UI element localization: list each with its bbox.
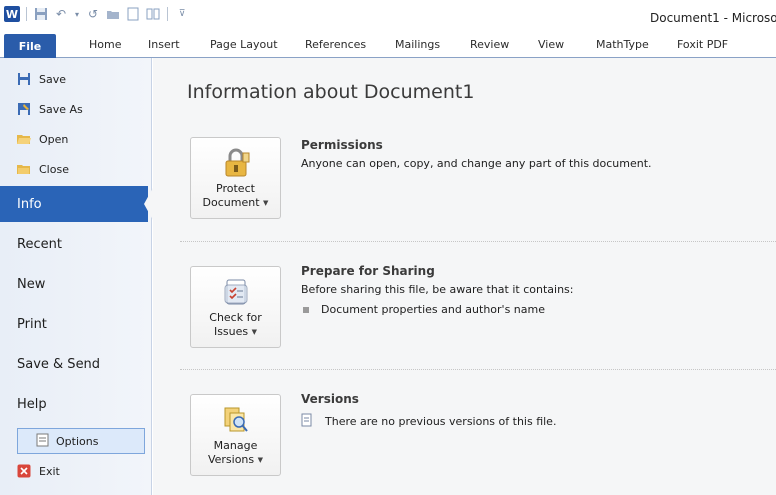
title-bar: W ↶ ▾ ↺ ⊽ Document1 - Microso bbox=[0, 0, 776, 30]
redo-icon[interactable]: ↺ bbox=[85, 6, 101, 22]
permissions-heading: Permissions bbox=[301, 138, 383, 152]
sharing-heading: Prepare for Sharing bbox=[301, 264, 435, 278]
toolbar-separator bbox=[167, 7, 168, 21]
protect-document-button[interactable]: Protect Document ▼ bbox=[190, 137, 281, 219]
dropdown-arrow-icon: ▼ bbox=[257, 456, 264, 464]
permissions-description: Anyone can open, copy, and change any pa… bbox=[301, 157, 652, 170]
open-folder-icon[interactable] bbox=[105, 6, 121, 22]
tab-page-layout[interactable]: Page Layout bbox=[210, 38, 278, 51]
nav-item-save-as[interactable]: Save As bbox=[16, 98, 83, 120]
button-label-line2: Issues ▼ bbox=[213, 325, 258, 338]
new-document-icon[interactable] bbox=[125, 6, 141, 22]
nav-item-help[interactable]: Help bbox=[0, 386, 152, 422]
info-panel: Information about Document1 Protect Docu… bbox=[153, 58, 776, 495]
sharing-bullet-item: Document properties and author's name bbox=[303, 303, 545, 316]
tab-home[interactable]: Home bbox=[89, 38, 121, 51]
bullet-text: Document properties and author's name bbox=[321, 303, 546, 316]
section-divider bbox=[180, 241, 776, 242]
nav-item-close[interactable]: Close bbox=[16, 158, 69, 180]
versions-icon bbox=[219, 403, 253, 437]
manage-versions-button[interactable]: Manage Versions ▼ bbox=[190, 394, 281, 476]
nav-item-label: New bbox=[17, 276, 46, 292]
nav-item-exit[interactable]: Exit bbox=[16, 460, 60, 482]
nav-item-label: Save & Send bbox=[17, 356, 101, 372]
ribbon-tabs: File Home Insert Page Layout References … bbox=[0, 34, 776, 58]
save-as-icon bbox=[16, 101, 32, 117]
document-version-icon bbox=[301, 413, 313, 430]
nav-item-label: Info bbox=[17, 196, 42, 212]
save-icon[interactable] bbox=[33, 6, 49, 22]
button-label-line2: Document ▼ bbox=[202, 196, 269, 209]
dropdown-arrow-icon: ▼ bbox=[263, 199, 269, 207]
nav-item-label: Recent bbox=[17, 236, 62, 252]
word-app-icon[interactable]: W bbox=[4, 6, 20, 22]
dropdown-arrow-icon[interactable]: ▾ bbox=[73, 6, 81, 22]
section-divider bbox=[180, 369, 776, 370]
undo-icon[interactable]: ↶ bbox=[53, 6, 69, 22]
tab-mailings[interactable]: Mailings bbox=[395, 38, 440, 51]
backstage-nav: Save Save As Open Close Info Recent New … bbox=[0, 58, 154, 495]
sharing-description: Before sharing this file, be aware that … bbox=[301, 283, 574, 296]
window-title: Document1 - Microso bbox=[650, 11, 776, 25]
versions-heading: Versions bbox=[301, 392, 359, 406]
dropdown-arrow-icon: ▼ bbox=[251, 328, 258, 336]
nav-item-info[interactable]: Info bbox=[0, 186, 154, 222]
tab-file[interactable]: File bbox=[4, 34, 56, 58]
bullet-square-icon bbox=[303, 306, 309, 313]
tab-review[interactable]: Review bbox=[470, 38, 509, 51]
nav-item-new[interactable]: New bbox=[0, 266, 152, 302]
reading-view-icon[interactable] bbox=[145, 6, 161, 22]
nav-item-label: Help bbox=[17, 396, 47, 412]
tab-mathtype[interactable]: MathType bbox=[596, 38, 649, 51]
page-title: Information about Document1 bbox=[187, 81, 475, 103]
button-label-line2: Versions ▼ bbox=[207, 453, 264, 466]
nav-item-label: Options bbox=[56, 434, 99, 448]
tab-foxit-pdf[interactable]: Foxit PDF bbox=[677, 38, 728, 51]
nav-item-options[interactable]: Options bbox=[17, 428, 145, 454]
check-for-issues-button[interactable]: Check for Issues ▼ bbox=[190, 266, 281, 348]
options-icon bbox=[36, 433, 49, 450]
tab-view[interactable]: View bbox=[538, 38, 564, 51]
lock-icon bbox=[219, 146, 253, 180]
quick-access-toolbar: W ↶ ▾ ↺ ⊽ bbox=[4, 6, 190, 22]
nav-item-open[interactable]: Open bbox=[16, 128, 68, 150]
exit-icon bbox=[16, 463, 32, 479]
close-folder-icon bbox=[16, 161, 32, 177]
nav-item-label: Save As bbox=[39, 102, 83, 116]
nav-item-label: Save bbox=[39, 72, 67, 86]
versions-description: There are no previous versions of this f… bbox=[325, 415, 557, 428]
nav-item-label: Print bbox=[17, 316, 47, 332]
nav-item-label: Open bbox=[39, 132, 69, 146]
button-label-line1: Check for bbox=[209, 311, 262, 324]
nav-item-save-send[interactable]: Save & Send bbox=[0, 346, 152, 382]
customize-toolbar-icon[interactable]: ⊽ bbox=[174, 6, 190, 22]
toolbar-separator bbox=[26, 7, 27, 21]
nav-item-label: Close bbox=[39, 162, 69, 176]
nav-item-print[interactable]: Print bbox=[0, 306, 152, 342]
button-label-line1: Manage bbox=[213, 439, 258, 452]
versions-description-line: There are no previous versions of this f… bbox=[301, 413, 556, 430]
tab-insert[interactable]: Insert bbox=[148, 38, 180, 51]
button-label-line1: Protect bbox=[216, 182, 255, 195]
nav-item-label: Exit bbox=[39, 464, 60, 478]
nav-item-save[interactable]: Save bbox=[16, 68, 66, 90]
tab-references[interactable]: References bbox=[305, 38, 366, 51]
open-folder-icon bbox=[16, 131, 32, 147]
save-icon bbox=[16, 71, 32, 87]
checklist-icon bbox=[219, 275, 253, 309]
nav-item-recent[interactable]: Recent bbox=[0, 226, 152, 262]
